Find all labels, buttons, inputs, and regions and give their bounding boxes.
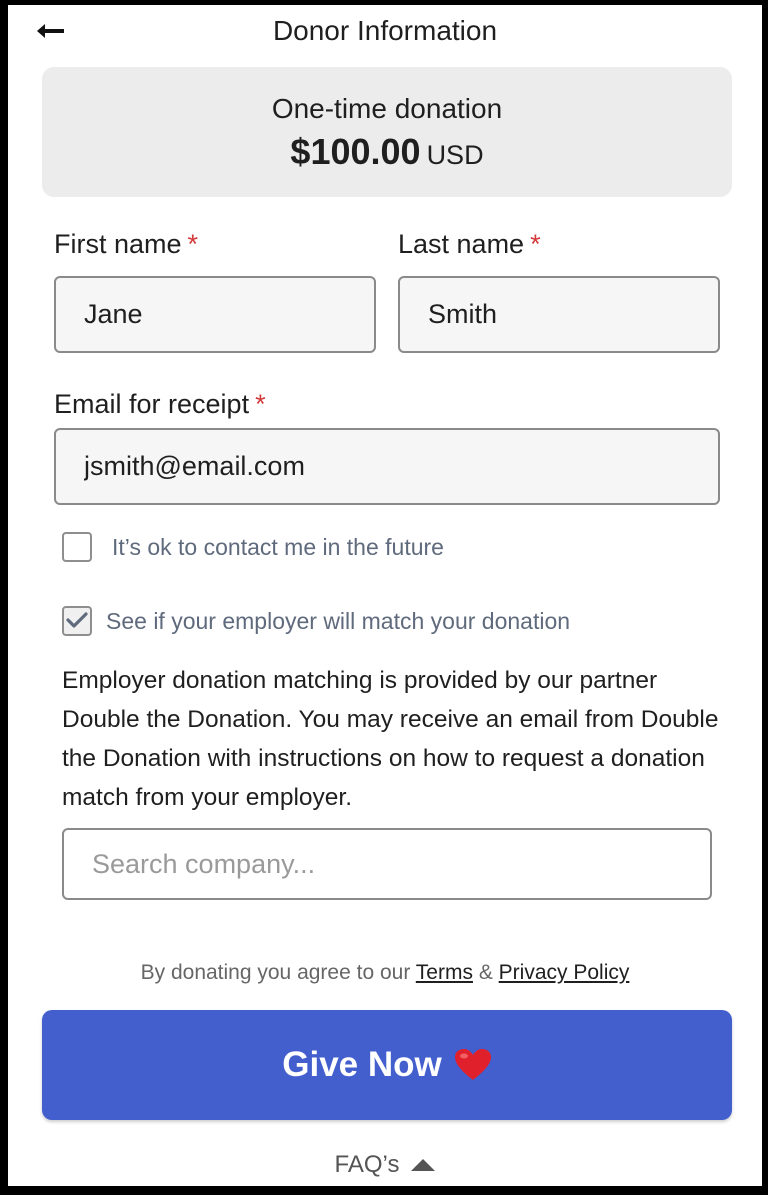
legal-text: By donating you agree to our Terms & Pri… [8,961,762,985]
last-name-label: Last name * [398,229,541,260]
privacy-policy-link[interactable]: Privacy Policy [499,961,630,984]
faq-label: FAQ’s [334,1151,400,1178]
email-label-text: Email for receipt [54,389,250,419]
employer-match-row[interactable]: See if your employer will match your don… [62,606,570,636]
donation-frequency: One-time donation [271,93,503,124]
legal-amp: & [478,961,493,984]
donation-amount: $100.00 [290,131,421,172]
page-title: Donor Information [272,15,498,46]
email-field[interactable] [54,428,720,505]
triangle-up-icon [411,1158,436,1172]
required-marker: * [530,229,541,259]
contact-consent-checkbox[interactable] [62,532,92,562]
contact-consent-row[interactable]: It’s ok to contact me in the future [62,532,444,562]
company-search-input[interactable] [92,848,682,880]
first-name-input[interactable] [84,299,346,330]
contact-consent-label: It’s ok to contact me in the future [112,533,444,560]
give-now-label: Give Now [282,1045,442,1084]
donation-summary: One-time donation $100.00 USD [42,67,732,197]
employer-match-checkbox[interactable] [62,606,92,636]
legal-prefix: By donating you agree to our [140,961,411,984]
first-name-label-text: First name [54,229,182,259]
last-name-label-text: Last name [398,229,525,259]
required-marker: * [187,229,199,259]
donation-screen: Donor Information One-time donation $100… [8,5,762,1186]
last-name-input[interactable] [428,299,690,330]
header: Donor Information [8,5,762,59]
last-name-field[interactable] [398,276,720,353]
matching-info-text: Employer donation matching is provided b… [62,667,719,811]
checkmark-icon [66,608,88,635]
email-input[interactable] [84,451,690,482]
employer-match-label: See if your employer will match your don… [106,607,571,634]
first-name-field[interactable] [54,276,376,353]
donation-currency: USD [426,140,484,170]
faq-toggle[interactable]: FAQ’s [8,1151,762,1179]
required-marker: * [255,389,266,419]
first-name-label: First name * [54,229,198,260]
email-label: Email for receipt * [54,389,266,420]
terms-link[interactable]: Terms [416,961,473,984]
heart-icon [454,1048,492,1082]
give-now-button[interactable]: Give Now [42,1010,732,1120]
company-search-field[interactable] [62,828,712,900]
donation-amount-line: $100.00 USD [42,131,732,173]
